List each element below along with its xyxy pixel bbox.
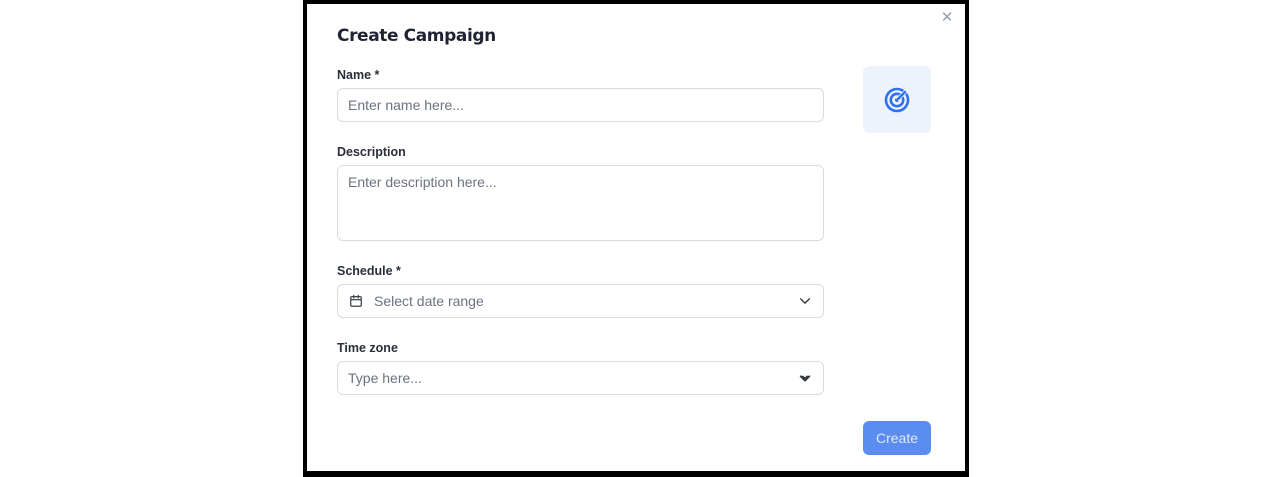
campaign-icon-tile xyxy=(863,66,931,133)
close-icon[interactable]: ✕ xyxy=(939,10,955,26)
create-campaign-dialog: ✕ Create Campaign Name * Description Sch… xyxy=(303,0,969,477)
name-input[interactable] xyxy=(338,89,823,121)
name-field xyxy=(337,88,824,122)
timezone-input[interactable] xyxy=(338,362,798,394)
schedule-date-range-picker[interactable]: Select date range xyxy=(337,284,824,318)
timezone-field xyxy=(337,361,824,395)
create-button[interactable]: Create xyxy=(863,421,931,455)
dialog-title: Create Campaign xyxy=(337,26,496,46)
chevron-down-icon[interactable] xyxy=(798,371,812,385)
target-icon xyxy=(884,87,910,112)
name-label: Name * xyxy=(337,68,380,82)
description-input[interactable] xyxy=(338,166,823,240)
schedule-label: Schedule * xyxy=(337,264,401,278)
chevron-down-icon[interactable] xyxy=(798,294,812,308)
description-field xyxy=(337,165,824,241)
timezone-label: Time zone xyxy=(337,341,398,355)
description-label: Description xyxy=(337,145,406,159)
calendar-icon xyxy=(350,294,362,307)
schedule-placeholder: Select date range xyxy=(374,293,484,309)
